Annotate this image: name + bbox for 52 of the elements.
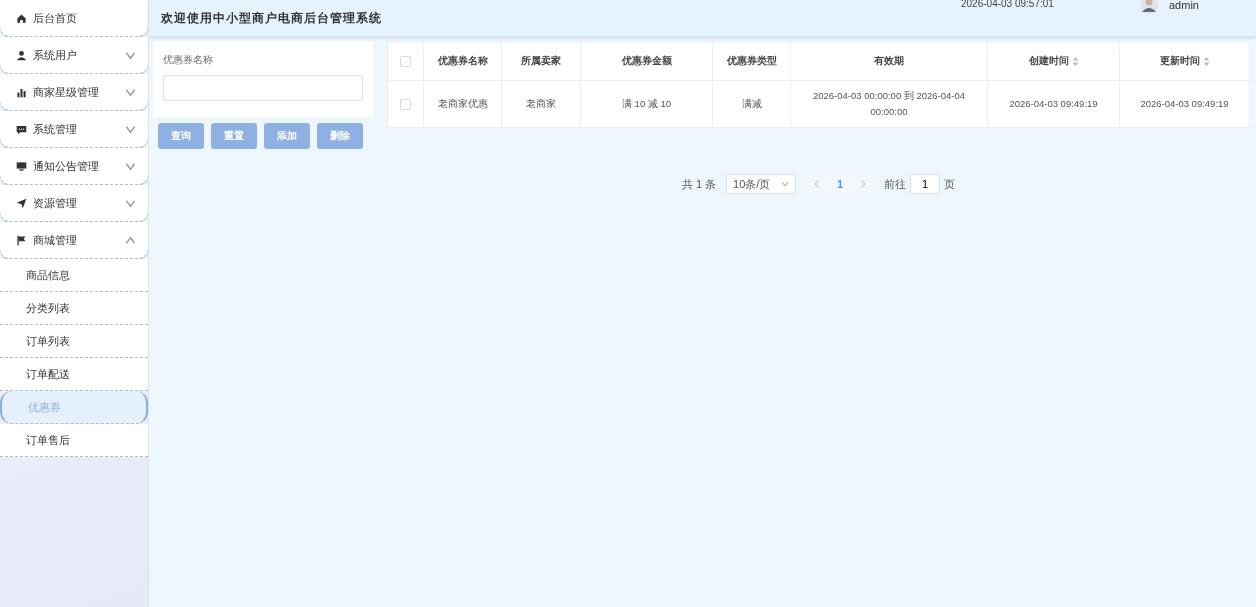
page-size-select[interactable]: 10条/页: [726, 174, 797, 194]
field-label: 优惠券名称: [163, 53, 214, 67]
goto-label: 前往: [884, 176, 907, 192]
table-cell: 老商家优惠: [423, 80, 502, 128]
row-checkbox[interactable]: [400, 99, 411, 110]
column-header: 所属卖家: [501, 41, 581, 81]
sidebar-menu-item[interactable]: 商家星级管理: [0, 74, 148, 111]
table-cell: 老商家: [501, 80, 581, 128]
column-header: 创建时间: [987, 41, 1120, 81]
column-header: 优惠券名称: [423, 41, 502, 81]
chevron-icon: [125, 234, 136, 246]
column-header: 更新时间: [1119, 41, 1250, 81]
menu-icon: [16, 160, 27, 172]
page-jump-field[interactable]: 1: [910, 174, 941, 194]
sort-icon[interactable]: [1071, 57, 1079, 66]
sidebar-item[interactable]: 订单售后: [0, 424, 148, 457]
sidebar-menu-item[interactable]: 通知公告管理: [0, 148, 148, 185]
menu-icon: [16, 197, 27, 209]
sort-icon[interactable]: [1202, 57, 1210, 66]
table-cell: 2026-04-03 09:49:19: [1119, 80, 1250, 128]
sidebar-menu-item[interactable]: 商城管理: [0, 222, 148, 259]
sidebar-item[interactable]: 订单列表: [0, 325, 148, 358]
sidebar-menu-item[interactable]: 系统用户: [0, 37, 148, 74]
datetime: 2026-04-03 09:57:01: [961, 0, 1054, 9]
column-header: 优惠券金额: [580, 41, 713, 81]
sidebar-menu-item[interactable]: 资源管理: [0, 185, 148, 222]
username[interactable]: admin: [1169, 0, 1199, 11]
total-count: 共 1 条: [681, 176, 717, 192]
coupon-name-field[interactable]: [163, 75, 363, 101]
menu-icon: [16, 12, 27, 24]
menu-icon: [16, 234, 27, 246]
table-cell: 满减: [712, 80, 791, 128]
sidebar-item[interactable]: 分类列表: [0, 292, 148, 325]
menu-icon: [16, 123, 27, 135]
table-cell: 2026-04-03 00:00:00 到 2026-04-04 00:00:00: [790, 80, 988, 128]
table-cell: 满 10 减 10: [580, 80, 713, 128]
chevron-icon: [781, 180, 790, 188]
column-header: 有效期: [790, 41, 988, 81]
sidebar-menu-item[interactable]: 系统管理: [0, 111, 148, 148]
select-all-checkbox[interactable]: [400, 56, 411, 67]
page-title: 欢迎使用中小型商户电商后台管理系统: [161, 9, 382, 27]
menu-icon: [16, 49, 27, 61]
avatar-icon: [1139, 0, 1159, 14]
page-suffix: 页: [944, 176, 956, 192]
sidebar-menu-item[interactable]: 后台首页: [0, 0, 148, 37]
chevron-right-icon: [860, 180, 867, 188]
chevron-left-icon: [814, 180, 821, 188]
table-cell: 2026-04-03 09:49:19: [987, 80, 1120, 128]
sidebar-item[interactable]: 订单配送: [0, 358, 148, 391]
menu-icon: [16, 86, 27, 98]
column-header: 优惠券类型: [712, 41, 791, 81]
sidebar-item[interactable]: 商品信息: [0, 259, 148, 292]
